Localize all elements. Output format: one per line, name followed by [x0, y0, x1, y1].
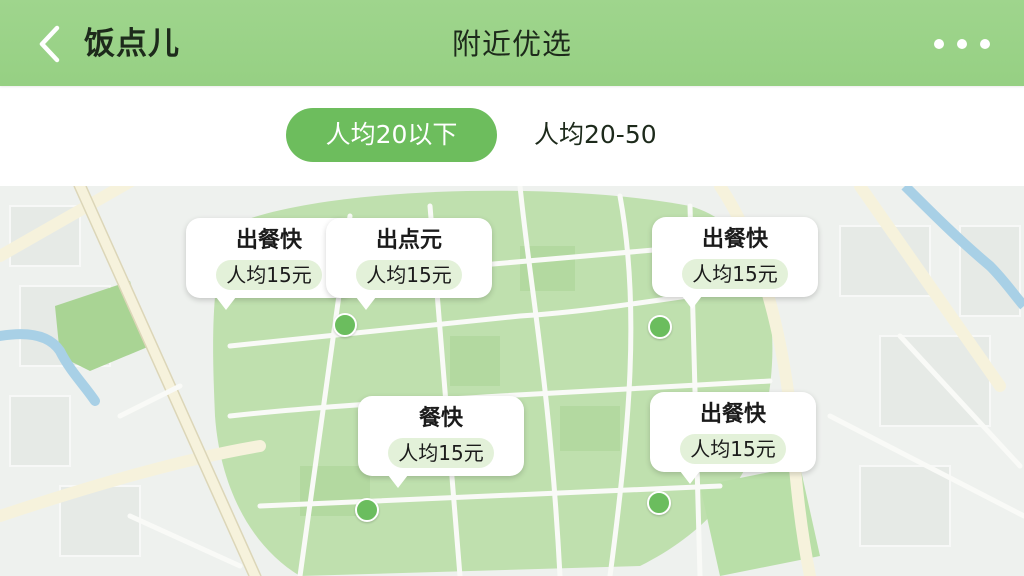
- map-background: [0, 186, 1024, 576]
- restaurant-callout[interactable]: 出餐快 人均15元: [650, 392, 816, 484]
- callout-name: 出点元: [375, 228, 442, 253]
- restaurant-callout[interactable]: 出餐快 人均15元: [652, 217, 818, 309]
- callout-name: 餐快: [418, 406, 463, 431]
- restaurant-callout[interactable]: 餐快 人均15元: [358, 396, 524, 488]
- callout-price-badge: 人均15元: [680, 434, 786, 464]
- top-bar: 饭点儿 附近优选: [0, 0, 1024, 86]
- restaurant-callout[interactable]: 出点元 人均15元: [326, 218, 492, 310]
- more-button[interactable]: [934, 30, 990, 58]
- callout-price-badge: 人均15元: [356, 260, 462, 290]
- more-dot: [957, 39, 967, 49]
- filter-chip-under-20[interactable]: 人均20以下: [286, 108, 497, 162]
- map-pin[interactable]: [647, 491, 671, 515]
- map-pin[interactable]: [333, 313, 357, 337]
- map-pin[interactable]: [355, 498, 379, 522]
- filter-chip-20-50[interactable]: 人均20-50: [534, 108, 674, 162]
- callout-name: 出餐快: [699, 402, 766, 427]
- map-pin[interactable]: [648, 315, 672, 339]
- map-view[interactable]: 出餐快 人均15元 出点元 人均15元 出餐快 人均15元 餐快 人均15元 出…: [0, 186, 1024, 576]
- app-screen: 饭点儿 附近优选 人均20以下 人均20-50 出餐快 人均15元 出点元 人均…: [0, 0, 1024, 576]
- price-filter-bar: 人均20以下 人均20-50: [0, 86, 1024, 186]
- more-dot: [980, 39, 990, 49]
- more-dot: [934, 39, 944, 49]
- callout-price-badge: 人均15元: [388, 438, 494, 468]
- callout-name: 出餐快: [701, 227, 768, 252]
- callout-price-badge: 人均15元: [216, 260, 322, 290]
- page-title: 附近优选: [451, 27, 572, 61]
- callout-price-badge: 人均15元: [682, 259, 788, 289]
